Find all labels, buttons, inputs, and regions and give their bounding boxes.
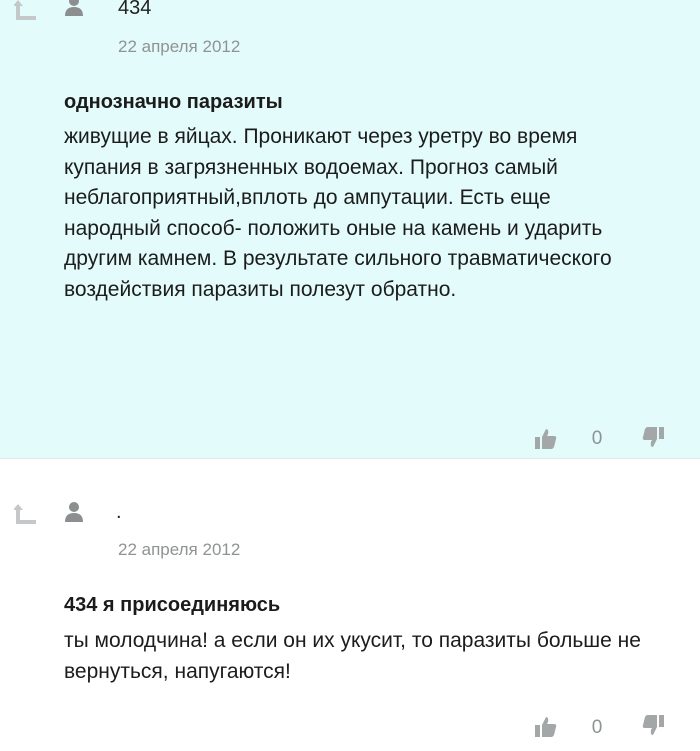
thumbs-down-icon[interactable]	[641, 425, 665, 449]
comment-highlighted: 434 22 апреля 2012 однозначно паразиты ж…	[0, 0, 700, 458]
comment-date: 22 апреля 2012	[118, 540, 241, 559]
user-silhouette-icon	[65, 0, 83, 16]
comment-title: 434 я присоединяюсь	[64, 594, 281, 616]
comment-score: 0	[591, 717, 603, 738]
comment-author[interactable]: .	[116, 501, 122, 524]
comment-date: 22 апреля 2012	[118, 37, 241, 56]
comments-page: 434 22 апреля 2012 однозначно паразиты ж…	[0, 0, 700, 751]
reply-arrow-icon[interactable]	[14, 0, 40, 22]
comment-author[interactable]: 434	[118, 0, 151, 20]
thumbs-up-icon[interactable]	[534, 715, 558, 739]
comment-score: 0	[591, 428, 603, 449]
thumbs-down-icon[interactable]	[641, 713, 665, 737]
comment-body: ты молодчина! а если он их укусит, то па…	[64, 629, 641, 683]
comment: . 22 апреля 2012 434 я присоединяюсь ты …	[0, 459, 700, 751]
comment-title: однозначно паразиты	[64, 91, 283, 113]
comment-body: живущие в яйцах. Проникают через уретру …	[64, 125, 612, 301]
reply-arrow-icon[interactable]	[14, 502, 40, 526]
user-silhouette-icon	[65, 502, 83, 522]
thumbs-up-icon[interactable]	[534, 427, 558, 451]
